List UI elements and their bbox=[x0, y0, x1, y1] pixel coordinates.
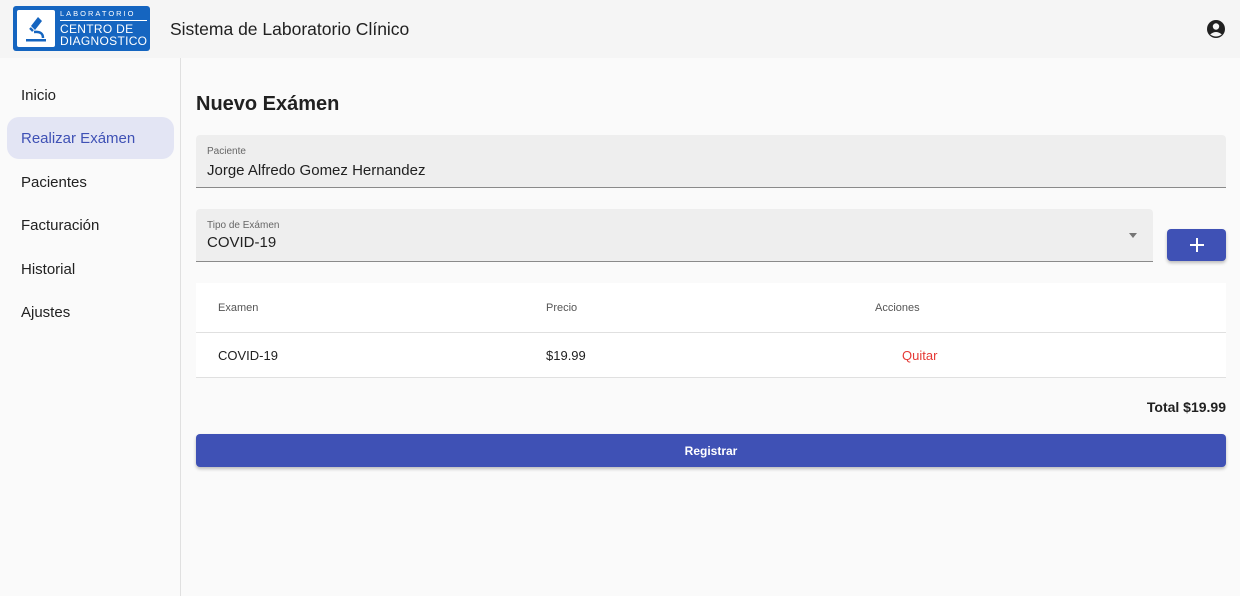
sidebar-item-realizar-examen[interactable]: Realizar Exámen bbox=[7, 117, 174, 159]
logo-text-line2: CENTRO DE bbox=[60, 21, 134, 36]
dropdown-arrow-icon bbox=[1129, 233, 1137, 238]
exam-type-select[interactable]: Tipo de Exámen COVID-19 bbox=[196, 209, 1153, 262]
exam-type-value: COVID-19 bbox=[207, 234, 277, 251]
table-header-divider bbox=[196, 332, 1226, 333]
patient-field-label: Paciente bbox=[207, 146, 246, 157]
sidebar-item-facturacion[interactable]: Facturación bbox=[7, 204, 174, 246]
app-title: Sistema de Laboratorio Clínico bbox=[170, 19, 410, 39]
top-app-bar: LABORATORIO CENTRO DE DIAGNOSTICO Sistem… bbox=[0, 0, 1240, 58]
table-bottom-divider bbox=[196, 377, 1226, 378]
exam-type-label: Tipo de Exámen bbox=[207, 220, 280, 231]
row-exam-name: COVID-19 bbox=[218, 348, 278, 363]
column-header-precio: Precio bbox=[546, 302, 578, 314]
sidebar-nav: Inicio Realizar Exámen Pacientes Factura… bbox=[0, 58, 181, 596]
column-header-acciones: Acciones bbox=[875, 302, 920, 314]
sidebar-item-inicio[interactable]: Inicio bbox=[7, 74, 174, 116]
sidebar-item-pacientes[interactable]: Pacientes bbox=[7, 161, 174, 203]
logo-text-line1: LABORATORIO bbox=[60, 10, 148, 21]
patient-field[interactable]: Paciente Jorge Alfredo Gomez Hernandez bbox=[196, 135, 1226, 188]
row-exam-price: $19.99 bbox=[546, 348, 586, 363]
total-amount: Total $19.99 bbox=[1146, 399, 1226, 415]
remove-exam-button[interactable]: Quitar bbox=[902, 348, 937, 363]
page-title: Nuevo Exámen bbox=[196, 93, 340, 115]
sidebar-item-historial[interactable]: Historial bbox=[7, 248, 174, 290]
sidebar-item-ajustes[interactable]: Ajustes bbox=[7, 291, 174, 333]
logo-text-line3: DIAGNOSTICO bbox=[60, 33, 148, 48]
add-exam-button[interactable] bbox=[1167, 229, 1226, 261]
lab-logo: LABORATORIO CENTRO DE DIAGNOSTICO bbox=[13, 6, 150, 51]
plus-icon bbox=[1189, 238, 1204, 252]
account-circle-icon[interactable] bbox=[1206, 19, 1226, 39]
exams-table: Examen Precio Acciones COVID-19 $19.99 Q… bbox=[196, 283, 1226, 378]
register-button[interactable]: Registrar bbox=[196, 434, 1226, 467]
microscope-icon bbox=[17, 10, 55, 47]
column-header-examen: Examen bbox=[218, 302, 259, 314]
patient-field-value: Jorge Alfredo Gomez Hernandez bbox=[207, 162, 426, 179]
